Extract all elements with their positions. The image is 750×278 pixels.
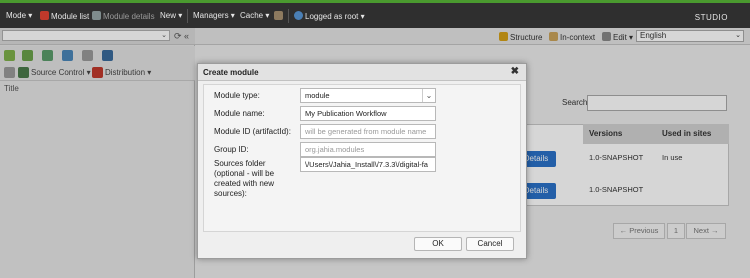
ok-button[interactable]: OK xyxy=(414,237,462,251)
sources-folder-label: Sources folder (optional - will be creat… xyxy=(214,159,275,198)
module-id-input[interactable]: will be generated from module name xyxy=(300,124,436,139)
module-list-label: Module list xyxy=(51,12,90,21)
dialog-title: Create module xyxy=(203,68,259,77)
new-menu[interactable]: New ▾ xyxy=(160,11,182,20)
user-menu[interactable]: Logged as root ▾ xyxy=(294,11,365,21)
module-details-label: Module details xyxy=(103,12,155,21)
top-menu-bar: Mode ▾ Module list Module details New ▾ … xyxy=(0,0,750,28)
divider xyxy=(288,9,289,23)
studio-label: STUDIO xyxy=(694,13,728,22)
mode-label: Mode xyxy=(6,11,27,20)
dialog-form: Module type: module ⌄ Module name: My Pub… xyxy=(203,84,521,232)
divider xyxy=(187,9,188,23)
close-icon[interactable]: ✖ xyxy=(511,66,519,77)
module-name-input[interactable]: My Publication Workflow xyxy=(300,106,436,121)
module-details-button[interactable]: Module details xyxy=(92,11,155,21)
module-type-value: module xyxy=(305,91,330,100)
dialog-header: Create module ✖ xyxy=(198,64,526,81)
logged-as-label: Logged as root xyxy=(305,12,359,21)
module-type-select[interactable]: module ⌄ xyxy=(300,88,436,103)
managers-label: Managers xyxy=(193,11,229,20)
module-list-button[interactable]: Module list xyxy=(40,11,89,21)
module-type-label: Module type: xyxy=(214,91,260,100)
module-details-icon xyxy=(92,11,101,20)
module-list-icon xyxy=(40,11,49,20)
chevron-down-icon: ⌄ xyxy=(422,89,435,102)
sources-folder-input[interactable]: \/Users\/Jahia_Install\/7.3.3\/digital-f… xyxy=(300,157,436,172)
group-id-label: Group ID: xyxy=(214,145,249,154)
module-id-label: Module ID (artifactId): xyxy=(214,127,291,136)
module-name-label: Module name: xyxy=(214,109,265,118)
managers-menu[interactable]: Managers ▾ xyxy=(193,11,235,20)
group-id-input[interactable]: org.jahia.modules xyxy=(300,142,436,157)
new-label: New xyxy=(160,11,177,20)
cache-menu[interactable]: Cache ▾ xyxy=(240,11,269,20)
user-globe-icon xyxy=(294,11,303,20)
create-module-dialog: Create module ✖ Module type: module ⌄ Mod… xyxy=(197,63,527,259)
mode-menu[interactable]: Mode ▾ xyxy=(6,11,32,20)
clipboard-icon[interactable] xyxy=(274,11,283,20)
cancel-button[interactable]: Cancel xyxy=(466,237,514,251)
cache-label: Cache xyxy=(240,11,264,20)
